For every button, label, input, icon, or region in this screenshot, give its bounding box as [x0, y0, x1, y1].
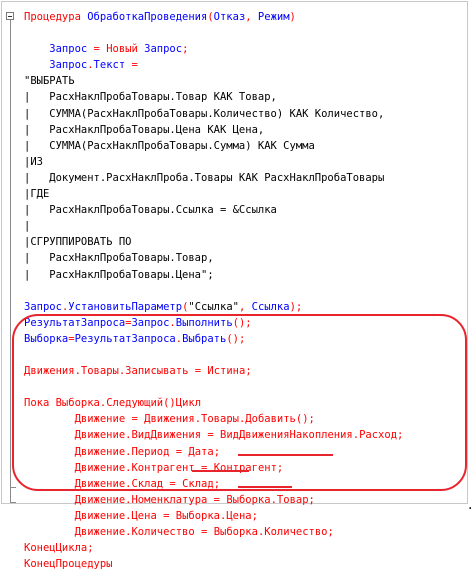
code-token: ;: [87, 542, 94, 555]
underline-annotation: [238, 454, 333, 456]
code-token: Номенклатура: [131, 493, 214, 506]
code-line[interactable]: |: [24, 218, 403, 234]
code-token: ,: [238, 300, 252, 313]
code-token: Количество: [131, 526, 202, 538]
code-line[interactable]: | РасхНаклПробаТовары.Цена КАК Цена,: [24, 122, 403, 138]
code-line[interactable]: |СГРУППИРОВАТЬ ПО: [24, 234, 403, 250]
code-token: | СУММА(РасхНаклПробаТовары.Сумма) КАК С…: [24, 139, 315, 152]
code-token: );: [289, 300, 303, 313]
code-line[interactable]: | СУММА(РасхНаклПробаТовары.Сумма) КАК С…: [24, 138, 403, 154]
code-token: Цена: [131, 509, 164, 522]
code-token: | РасхНаклПробаТовары.Товар КАК Товар,: [24, 91, 277, 104]
underline-annotation: [192, 470, 249, 472]
code-token: ;: [182, 43, 189, 56]
code-token: |СГРУППИРОВАТЬ ПО: [24, 236, 132, 249]
code-line[interactable]: КонецПроцедуры: [24, 556, 403, 572]
code-token: =: [213, 493, 227, 506]
code-line[interactable]: Движение.Цена = Выборка.Цена;: [24, 508, 403, 524]
code-line[interactable]: | РасхНаклПробаТовары.Товар,: [24, 250, 403, 266]
code-token: =: [93, 43, 107, 56]
code-token: Запрос: [144, 43, 183, 56]
code-token: ОбработкаПроведения: [87, 11, 208, 23]
code-token: | Документ.РасхНаклПроба.Товары КАК Расх…: [24, 171, 385, 184]
code-token: ;: [327, 526, 334, 538]
code-token: | РасхНаклПробаТовары.Ссылка = &Ссылка: [24, 204, 277, 217]
code-token: "Ссылка": [188, 300, 239, 313]
highlight-annotation-box: [12, 314, 467, 491]
code-token: КонецПроцедуры: [24, 558, 113, 571]
code-line[interactable]: Запрос.УстановитьПараметр("Ссылка", Ссыл…: [24, 299, 403, 315]
code-token: "ВЫБРАТЬ: [24, 75, 75, 88]
code-token: |ИЗ: [24, 155, 43, 168]
code-line[interactable]: Процедура ОбработкаПроведения(Отказ, Реж…: [24, 9, 403, 25]
code-token: Выборка: [213, 526, 258, 538]
code-token: | РасхНаклПробаТовары.Цена";: [24, 268, 214, 281]
code-token: Текст: [93, 59, 132, 72]
code-token: Движение: [24, 493, 126, 506]
code-token: Движение: [24, 526, 126, 538]
fold-end-tick: [10, 487, 16, 488]
code-token: Запрос: [24, 300, 62, 313]
code-token: ,: [245, 11, 258, 23]
code-token: Количество: [264, 526, 328, 538]
code-token: ;: [308, 493, 315, 506]
code-token: Выборка: [226, 493, 271, 506]
code-token: |: [24, 220, 31, 233]
code-token: КонецЦикла: [24, 542, 88, 555]
code-token: Процедура: [24, 11, 88, 23]
code-token: Товар: [276, 493, 309, 506]
code-line[interactable]: Движение.Номенклатура = Выборка.Товар;: [24, 492, 403, 508]
code-token: | СУММА(РасхНаклПробаТовары.Количество) …: [24, 107, 385, 120]
code-token: Новый: [106, 43, 145, 56]
code-token: Запрос: [24, 59, 88, 72]
code-token: Режим: [257, 11, 290, 23]
code-line[interactable]: Движение.Количество = Выборка.Количество…: [24, 524, 403, 540]
code-token: =: [131, 59, 138, 72]
code-token: |ГДЕ: [24, 188, 50, 201]
fold-guide-line: [10, 20, 11, 502]
code-line[interactable]: | РасхНаклПробаТовары.Ссылка = &Ссылка: [24, 202, 403, 218]
code-line[interactable]: "ВЫБРАТЬ: [24, 73, 403, 89]
code-token: =: [201, 526, 214, 538]
code-token: Выборка: [175, 509, 221, 522]
code-line[interactable]: Запрос = Новый Запрос;: [24, 41, 403, 57]
code-editor[interactable]: Процедура ОбработкаПроведения(Отказ, Реж…: [1, 1, 468, 570]
code-line[interactable]: КонецЦикла;: [24, 540, 403, 556]
code-line[interactable]: | РасхНаклПробаТовары.Цена";: [24, 267, 403, 283]
code-line[interactable]: | РасхНаклПробаТовары.Товар КАК Товар,: [24, 89, 403, 105]
code-line[interactable]: |ИЗ: [24, 154, 403, 170]
fold-end-tick: [10, 502, 16, 503]
code-line[interactable]: Запрос.Текст =: [24, 57, 403, 73]
code-line[interactable]: |ГДЕ: [24, 186, 403, 202]
code-token: Отказ: [213, 11, 246, 23]
code-line[interactable]: [24, 25, 403, 41]
code-token: Движение: [24, 509, 126, 522]
code-token: ;: [251, 509, 258, 522]
code-line[interactable]: [24, 283, 403, 299]
fold-toggle-icon[interactable]: [6, 12, 14, 20]
underline-annotation: [238, 486, 292, 488]
code-token: Запрос: [24, 43, 94, 56]
code-token: | РасхНаклПробаТовары.Товар,: [24, 252, 214, 265]
code-token: УстановитьПараметр: [68, 300, 183, 313]
code-line[interactable]: | СУММА(РасхНаклПробаТовары.Количество) …: [24, 106, 403, 122]
code-token: | РасхНаклПробаТовары.Цена КАК Цена,: [24, 123, 265, 136]
code-line[interactable]: | Документ.РасхНаклПроба.Товары КАК Расх…: [24, 170, 403, 186]
code-token: Ссылка: [251, 300, 290, 313]
code-token: ): [289, 11, 296, 23]
code-token: =: [163, 509, 176, 522]
trailing-mark: .: [468, 497, 473, 513]
code-token: Цена: [226, 509, 252, 522]
